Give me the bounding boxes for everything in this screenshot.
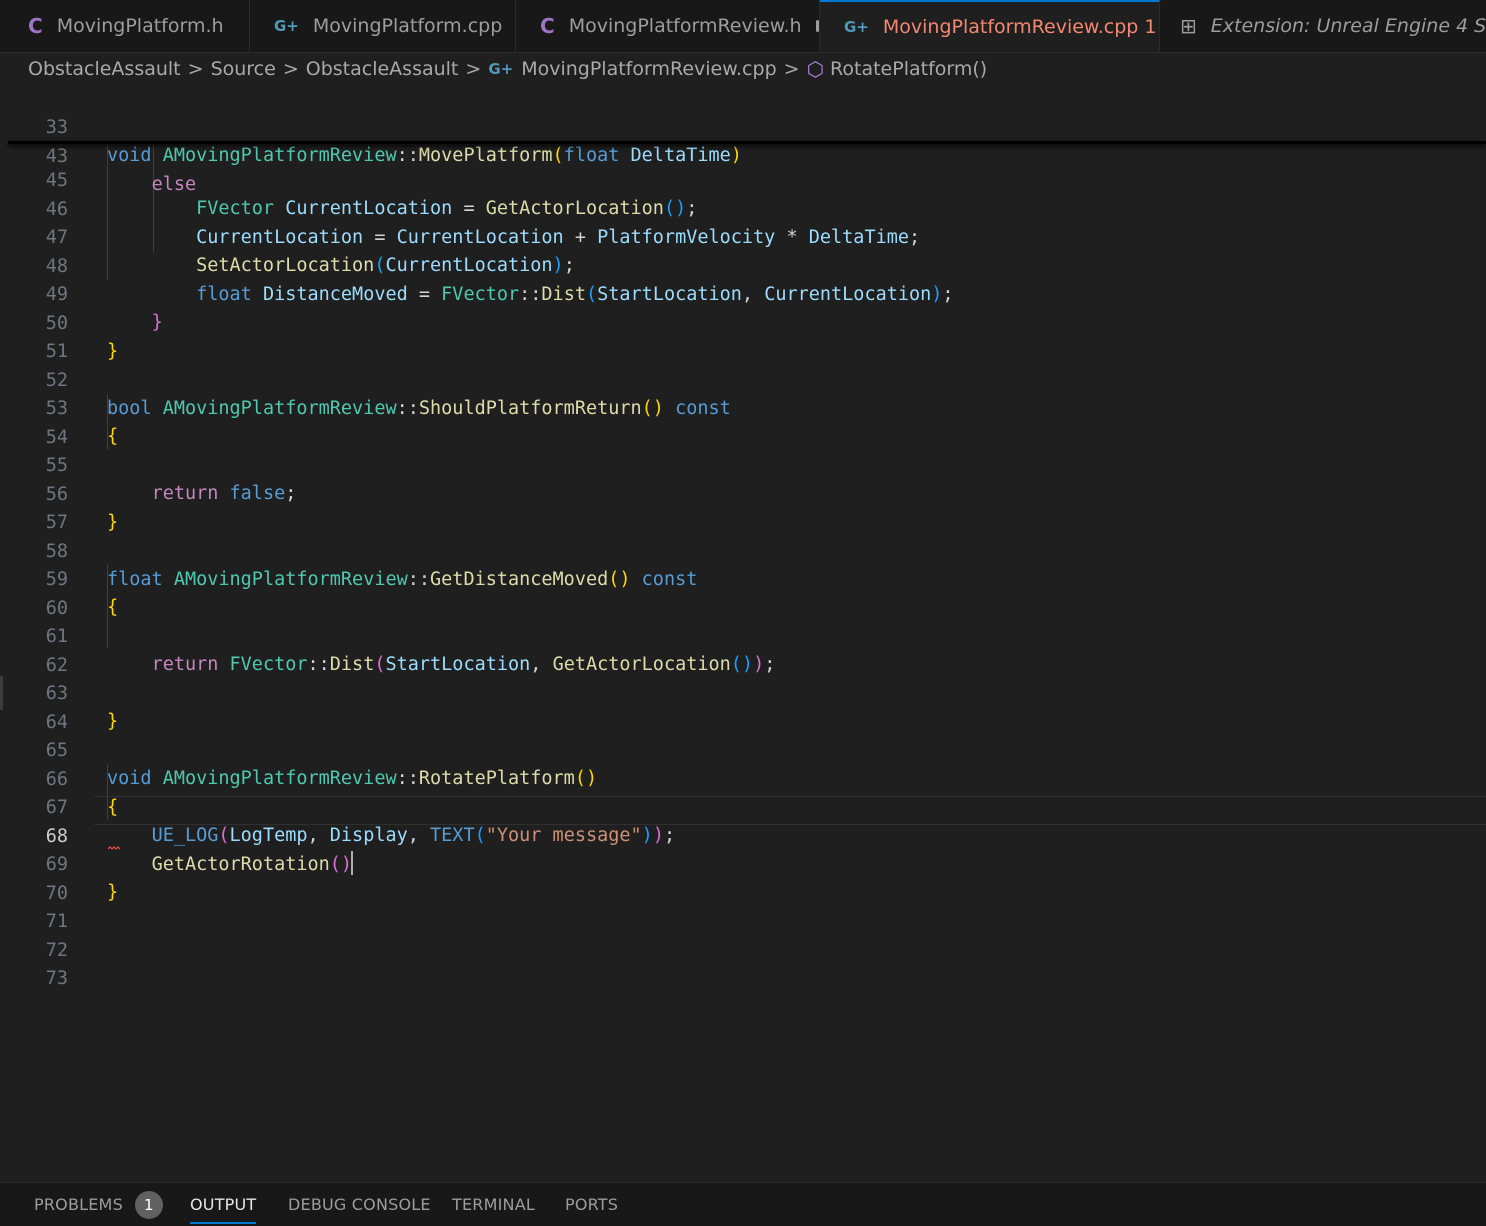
tab-problems[interactable]: PROBLEMS 1 bbox=[34, 1183, 163, 1226]
tab-label: Extension: Unreal Engine 4 Snippets bbox=[1210, 15, 1486, 37]
code-line-56[interactable]: 56 } bbox=[0, 453, 1486, 533]
cpp-file-icon: G+ bbox=[844, 18, 869, 36]
breadcrumb-item-source[interactable]: Source bbox=[211, 58, 276, 80]
tab-label: DEBUG CONSOLE bbox=[288, 1195, 431, 1214]
code-line-52[interactable]: 52 bool AMovingPlatformReview::ShouldPla… bbox=[0, 339, 1486, 419]
tab-ports[interactable]: PORTS bbox=[565, 1183, 618, 1226]
code-line-59[interactable]: 59 { bbox=[0, 538, 1486, 618]
tab-output[interactable]: OUTPUT bbox=[190, 1183, 257, 1226]
tab-moving-platform-cpp[interactable]: G+ MovingPlatform.cpp bbox=[250, 0, 516, 52]
tab-terminal[interactable]: TERMINAL bbox=[452, 1183, 535, 1226]
line-number: 73 bbox=[45, 968, 68, 989]
tab-debug-console[interactable]: DEBUG CONSOLE bbox=[288, 1183, 431, 1226]
tab-label: MovingPlatform.h bbox=[56, 15, 224, 37]
panel-tab-bar: PROBLEMS 1 OUTPUT DEBUG CONSOLE TERMINAL… bbox=[0, 1182, 1486, 1226]
code-line-72[interactable]: 72 bbox=[0, 909, 1486, 961]
tab-label: OUTPUT bbox=[190, 1195, 257, 1214]
c-header-icon: C bbox=[540, 14, 555, 38]
code-line-65[interactable]: 65 void AMovingPlatformReview::RotatePla… bbox=[0, 709, 1486, 789]
code-line-68[interactable]: 68 GetActorRotation() bbox=[0, 795, 1486, 875]
code-line-50[interactable]: 50 } bbox=[0, 282, 1486, 362]
sash-handle[interactable] bbox=[0, 676, 3, 710]
code-line-55[interactable]: 55 return false; bbox=[0, 424, 1486, 504]
code-line-73[interactable]: 73 bbox=[0, 937, 1486, 989]
c-header-icon: C bbox=[28, 14, 43, 38]
unsaved-dot-icon[interactable] bbox=[815, 20, 819, 32]
editor-tab-bar: C MovingPlatform.h G+ MovingPlatform.cpp… bbox=[0, 0, 1486, 53]
code-line-61[interactable]: 61 return FVector::Dist(StartLocation, G… bbox=[0, 595, 1486, 675]
problems-count-badge: 1 bbox=[134, 1190, 163, 1219]
code-line-53[interactable]: 53 { bbox=[0, 367, 1486, 447]
breadcrumb-item-folder[interactable]: ObstacleAssault bbox=[306, 58, 459, 80]
code-line-51[interactable]: 51 bbox=[0, 310, 1486, 362]
tab-moving-platform-h[interactable]: C MovingPlatform.h bbox=[4, 0, 250, 52]
extension-icon: ⊞ bbox=[1180, 14, 1197, 38]
tab-label: PROBLEMS bbox=[34, 1195, 123, 1214]
code-editor[interactable]: 33 void AMovingPlatformReview::MovePlatf… bbox=[0, 86, 1486, 1180]
code-line-57[interactable]: 57 bbox=[0, 481, 1486, 533]
tab-label: MovingPlatformReview.h bbox=[568, 15, 802, 37]
chevron-right-icon: > bbox=[465, 58, 482, 80]
cpp-file-icon: G+ bbox=[274, 17, 299, 35]
code-line-62[interactable]: 62 bbox=[0, 624, 1486, 676]
code-line-63[interactable]: 63 } bbox=[0, 652, 1486, 732]
code-line-71[interactable]: 71 bbox=[0, 880, 1486, 932]
tab-moving-platform-review-cpp[interactable]: G+ MovingPlatformReview.cpp 1 bbox=[820, 0, 1160, 52]
breadcrumb: ObstacleAssault > Source > ObstacleAssau… bbox=[28, 55, 987, 83]
code-line-67[interactable]: 67 UE_LOG(LogTemp, Display, TEXT("Your m… bbox=[0, 766, 1486, 846]
code-line-47[interactable]: 47 SetActorLocation(CurrentLocation); bbox=[0, 196, 1486, 276]
code-line-69[interactable]: 69 } bbox=[0, 823, 1486, 903]
code-line-64[interactable]: 64 bbox=[0, 681, 1486, 733]
code-line-58[interactable]: 58 float AMovingPlatformReview::GetDista… bbox=[0, 510, 1486, 590]
sticky-line-33[interactable]: 33 void AMovingPlatformReview::MovePlatf… bbox=[0, 86, 1486, 166]
tab-label: PORTS bbox=[565, 1195, 619, 1214]
error-squiggle-icon bbox=[108, 846, 120, 850]
code-line-60[interactable]: 60 bbox=[0, 567, 1486, 619]
code-line-66[interactable]: 66 { bbox=[0, 738, 1486, 818]
code-line-48[interactable]: 48 float DistanceMoved = FVector::Dist(S… bbox=[0, 225, 1486, 305]
breadcrumb-item-project[interactable]: ObstacleAssault bbox=[28, 58, 181, 80]
problem-count: 1 bbox=[1144, 16, 1157, 38]
tab-label: MovingPlatform.cpp bbox=[312, 15, 503, 37]
code-line-45[interactable]: 45 FVector CurrentLocation = GetActorLoc… bbox=[0, 139, 1486, 219]
tab-extension-ue4-snippets[interactable]: ⊞ Extension: Unreal Engine 4 Snippets bbox=[1160, 0, 1486, 52]
tab-label: TERMINAL bbox=[452, 1195, 535, 1214]
chevron-right-icon: > bbox=[783, 58, 800, 80]
chevron-right-icon: > bbox=[282, 58, 299, 80]
tab-label: MovingPlatformReview.cpp bbox=[882, 16, 1139, 38]
cpp-file-icon: G+ bbox=[488, 60, 514, 78]
code-line-49[interactable]: 49 } bbox=[0, 253, 1486, 333]
code-line-70[interactable]: 70 bbox=[0, 852, 1486, 904]
code-line-46[interactable]: 46 CurrentLocation = CurrentLocation + P… bbox=[0, 168, 1486, 248]
code-line-54[interactable]: 54 bbox=[0, 396, 1486, 448]
breadcrumb-item-file[interactable]: MovingPlatformReview.cpp bbox=[521, 58, 776, 80]
tab-moving-platform-review-h[interactable]: C MovingPlatformReview.h bbox=[516, 0, 820, 52]
method-cube-icon: ⬡ bbox=[806, 57, 825, 81]
breadcrumb-item-symbol[interactable]: RotatePlatform() bbox=[830, 58, 987, 80]
chevron-right-icon: > bbox=[187, 58, 204, 80]
